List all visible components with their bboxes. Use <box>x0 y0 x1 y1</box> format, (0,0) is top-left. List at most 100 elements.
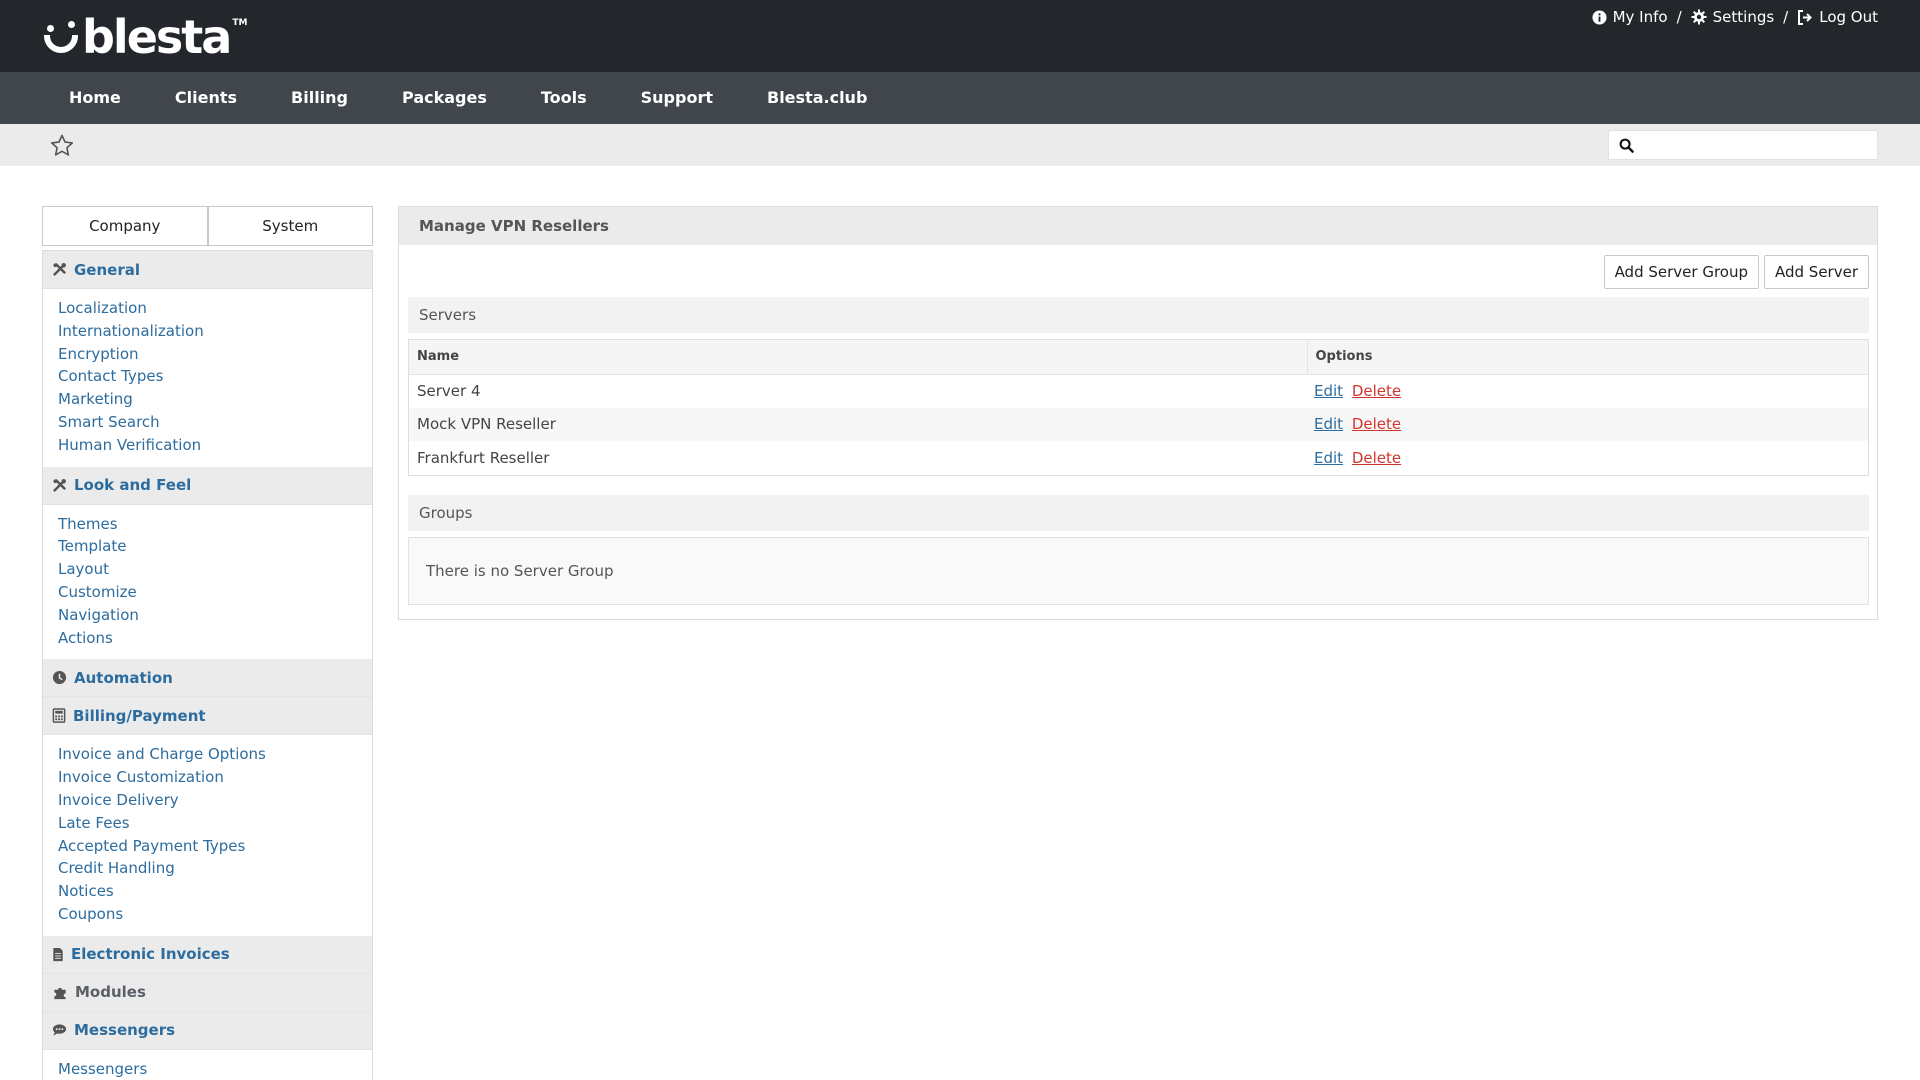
section-electronic-invoices[interactable]: Electronic Invoices <box>43 935 372 974</box>
sidebar-link-messengers[interactable]: Messengers <box>58 1058 372 1080</box>
section-modules-label: Modules <box>75 983 146 1002</box>
separator: / <box>1676 8 1682 26</box>
manage-vpn-resellers-panel: Manage VPN Resellers Add Server Group Ad… <box>398 206 1878 620</box>
section-messengers[interactable]: Messengers <box>43 1011 372 1050</box>
add-server-group-button[interactable]: Add Server Group <box>1603 255 1759 289</box>
section-modules[interactable]: Modules <box>43 973 372 1012</box>
document-icon <box>53 947 63 961</box>
column-header-name: Name <box>409 340 1307 375</box>
sidebar-menu: General Localization Internationalizatio… <box>42 250 373 1080</box>
tools-icon <box>53 478 66 492</box>
sub-toolbar <box>0 124 1920 166</box>
clock-icon <box>52 671 67 685</box>
edit-link[interactable]: Edit <box>1314 415 1343 433</box>
nav-packages[interactable]: Packages <box>375 72 514 124</box>
puzzle-icon <box>54 987 66 999</box>
star-icon[interactable] <box>50 134 74 161</box>
sidebar-link-encryption[interactable]: Encryption <box>58 343 372 366</box>
sidebar-link-invoice-customization[interactable]: Invoice Customization <box>58 766 372 789</box>
section-general-label: General <box>74 260 140 279</box>
section-look-and-feel[interactable]: Look and Feel <box>43 466 372 505</box>
tools-icon <box>53 263 66 276</box>
table-header-row: Name Options <box>409 340 1868 375</box>
section-general[interactable]: General <box>43 251 372 289</box>
messengers-links: Messengers <box>43 1049 372 1080</box>
search-input[interactable] <box>1642 132 1877 158</box>
sidebar-link-smart-search[interactable]: Smart Search <box>58 411 372 434</box>
table-row: Server 4 Edit Delete <box>409 374 1868 408</box>
sidebar-link-contact-types[interactable]: Contact Types <box>58 365 372 388</box>
blesta-logo[interactable]: blesta TM <box>42 14 247 60</box>
action-buttons: Add Server Group Add Server <box>1599 255 1869 289</box>
main-navigation: Home Clients Billing Packages Tools Supp… <box>0 72 1920 124</box>
sidebar-link-actions[interactable]: Actions <box>58 627 372 650</box>
sidebar-link-internationalization[interactable]: Internationalization <box>58 320 372 343</box>
log-out-label: Log Out <box>1819 8 1878 26</box>
nav-clients[interactable]: Clients <box>148 72 264 124</box>
section-look-and-feel-label: Look and Feel <box>74 476 192 495</box>
add-server-button[interactable]: Add Server <box>1764 255 1869 289</box>
section-billing-payment[interactable]: Billing/Payment <box>43 697 372 736</box>
top-header: blesta TM My Info / Settings / Log Out <box>0 0 1920 72</box>
sidebar-link-invoice-charge-options[interactable]: Invoice and Charge Options <box>58 743 372 766</box>
search-icon[interactable] <box>1619 138 1634 153</box>
search-box <box>1608 130 1878 160</box>
logout-icon <box>1798 9 1813 25</box>
sidebar-link-navigation[interactable]: Navigation <box>58 604 372 627</box>
sidebar-link-notices[interactable]: Notices <box>58 880 372 903</box>
general-links: Localization Internationalization Encryp… <box>43 289 372 467</box>
settings-sidebar: Company System General Localization Inte… <box>42 206 373 1080</box>
nav-home[interactable]: Home <box>42 72 148 124</box>
sidebar-link-coupons[interactable]: Coupons <box>58 903 372 926</box>
calculator-icon <box>52 708 66 724</box>
delete-link[interactable]: Delete <box>1352 415 1401 433</box>
sidebar-link-accepted-payment-types[interactable]: Accepted Payment Types <box>58 835 372 858</box>
gear-icon <box>1691 9 1707 25</box>
settings-label: Settings <box>1712 8 1775 26</box>
info-icon <box>1592 9 1607 25</box>
sidebar-link-template[interactable]: Template <box>58 535 372 558</box>
sidebar-link-localization[interactable]: Localization <box>58 297 372 320</box>
delete-link[interactable]: Delete <box>1352 382 1401 400</box>
edit-link[interactable]: Edit <box>1314 382 1343 400</box>
settings-tabs: Company System <box>42 206 373 246</box>
section-automation-label: Automation <box>74 668 173 687</box>
tab-system[interactable]: System <box>207 206 373 246</box>
server-name: Server 4 <box>417 382 481 401</box>
log-out-link[interactable]: Log Out <box>1797 8 1878 26</box>
logo-mark <box>42 17 80 57</box>
groups-empty-message: There is no Server Group <box>408 537 1869 605</box>
account-links: My Info / Settings / Log Out <box>1592 8 1878 26</box>
groups-heading: Groups <box>408 495 1869 531</box>
nav-blesta-club[interactable]: Blesta.club <box>740 72 894 124</box>
section-automation[interactable]: Automation <box>43 659 372 698</box>
row-options: Edit Delete <box>1307 407 1868 442</box>
section-electronic-invoices-label: Electronic Invoices <box>71 945 230 964</box>
sidebar-link-late-fees[interactable]: Late Fees <box>58 812 372 835</box>
look-and-feel-links: Themes Template Layout Customize Navigat… <box>43 504 372 660</box>
edit-link[interactable]: Edit <box>1314 449 1343 467</box>
column-header-options: Options <box>1306 340 1868 375</box>
servers-heading: Servers <box>408 297 1869 333</box>
delete-link[interactable]: Delete <box>1352 449 1401 467</box>
row-options: Edit Delete <box>1307 374 1868 408</box>
nav-support[interactable]: Support <box>614 72 740 124</box>
tab-company[interactable]: Company <box>42 206 208 246</box>
sidebar-link-themes[interactable]: Themes <box>58 513 372 536</box>
settings-link[interactable]: Settings <box>1691 8 1775 26</box>
my-info-label: My Info <box>1612 8 1668 26</box>
sidebar-link-human-verification[interactable]: Human Verification <box>58 434 372 457</box>
sidebar-link-invoice-delivery[interactable]: Invoice Delivery <box>58 789 372 812</box>
nav-tools[interactable]: Tools <box>514 72 614 124</box>
row-options: Edit Delete <box>1307 441 1868 475</box>
sidebar-link-customize[interactable]: Customize <box>58 581 372 604</box>
server-name: Mock VPN Reseller <box>409 407 1307 442</box>
nav-billing[interactable]: Billing <box>264 72 375 124</box>
logo-text: blesta <box>82 10 232 64</box>
table-row: Frankfurt Reseller Edit Delete <box>409 441 1868 475</box>
sidebar-link-layout[interactable]: Layout <box>58 558 372 581</box>
my-info-link[interactable]: My Info <box>1592 8 1668 26</box>
sidebar-link-credit-handling[interactable]: Credit Handling <box>58 857 372 880</box>
page-title: Manage VPN Resellers <box>399 207 1877 245</box>
sidebar-link-marketing[interactable]: Marketing <box>58 388 372 411</box>
